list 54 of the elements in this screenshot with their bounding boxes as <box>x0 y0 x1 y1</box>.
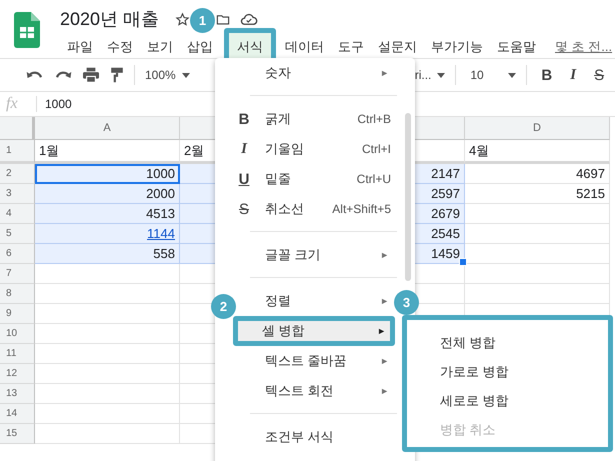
column-header[interactable]: A <box>35 117 180 140</box>
font-dropdown[interactable]: ri... <box>414 68 432 82</box>
menu-item[interactable]: 설문지 <box>371 36 424 58</box>
menu-option[interactable]: 가로로 병합 <box>407 357 608 386</box>
row-number[interactable]: 5 <box>0 224 35 244</box>
menu-item[interactable]: 삽입 <box>180 36 220 58</box>
column-header[interactable]: D <box>465 117 610 140</box>
table-cell: 4513 <box>35 204 180 224</box>
menu-item[interactable]: 도움말 <box>490 36 543 58</box>
row-number[interactable]: 9 <box>0 304 35 324</box>
table-cell: 4월 <box>465 140 610 164</box>
menu-item[interactable]: 도구 <box>331 36 371 58</box>
step-badge: 1 <box>190 8 215 33</box>
font-size-dropdown[interactable]: 10 <box>466 68 502 82</box>
menu-item[interactable]: 데이터 <box>278 36 331 58</box>
table-cell: 558 <box>35 244 180 264</box>
bold-button[interactable]: B <box>537 66 556 84</box>
row-number[interactable]: 8 <box>0 284 35 304</box>
menu-item[interactable]: 부가기능 <box>424 36 490 58</box>
row-number[interactable]: 2 <box>0 164 35 184</box>
row-number[interactable]: 1 <box>0 140 35 164</box>
table-cell: 2000 <box>35 184 180 204</box>
document-title[interactable]: 2020년 매출 <box>60 7 160 31</box>
menu-option[interactable]: 조건부 서식 <box>237 422 393 452</box>
menu-option[interactable]: 텍스트 줄바꿈 ► <box>237 346 393 376</box>
row-number[interactable]: 10 <box>0 324 35 344</box>
menu-item[interactable]: 수정 <box>100 36 140 58</box>
menu-option[interactable]: 정렬 ► <box>237 286 393 316</box>
table-cell: 1000 <box>35 164 180 184</box>
menu-option[interactable]: 세로로 병합 <box>407 386 608 415</box>
menu-option[interactable]: B 굵게 Ctrl+B <box>237 104 393 134</box>
italic-button[interactable]: I <box>566 66 580 84</box>
row-number[interactable]: 7 <box>0 264 35 284</box>
fx-label: fx <box>5 95 19 113</box>
row-number[interactable]: 14 <box>0 404 35 424</box>
menu-item[interactable]: 보기 <box>140 36 180 58</box>
row-number[interactable]: 13 <box>0 384 35 404</box>
row-number[interactable]: 15 <box>0 424 35 444</box>
formula-input[interactable]: 1000 <box>45 97 72 111</box>
menu-item[interactable]: 파일 <box>60 36 100 58</box>
menu-option[interactable]: 전체 병합 <box>407 328 608 357</box>
row-number[interactable]: 11 <box>0 344 35 364</box>
row-number[interactable]: 3 <box>0 184 35 204</box>
last-edit-link[interactable]: 몇 초 전... <box>555 38 612 56</box>
menu-option[interactable]: 셀 병합 ► <box>233 316 395 346</box>
row-number[interactable]: 12 <box>0 364 35 384</box>
table-cell: 1144 <box>35 224 180 244</box>
row-number[interactable]: 6 <box>0 244 35 264</box>
zoom-dropdown[interactable]: 100% <box>145 68 176 82</box>
strike-button[interactable]: S <box>590 66 608 84</box>
table-cell: 4697 <box>465 164 610 184</box>
menu-option[interactable]: 텍스트 회전 ► <box>237 376 393 406</box>
row-number[interactable]: 4 <box>0 204 35 224</box>
table-cell: 5215 <box>465 184 610 204</box>
